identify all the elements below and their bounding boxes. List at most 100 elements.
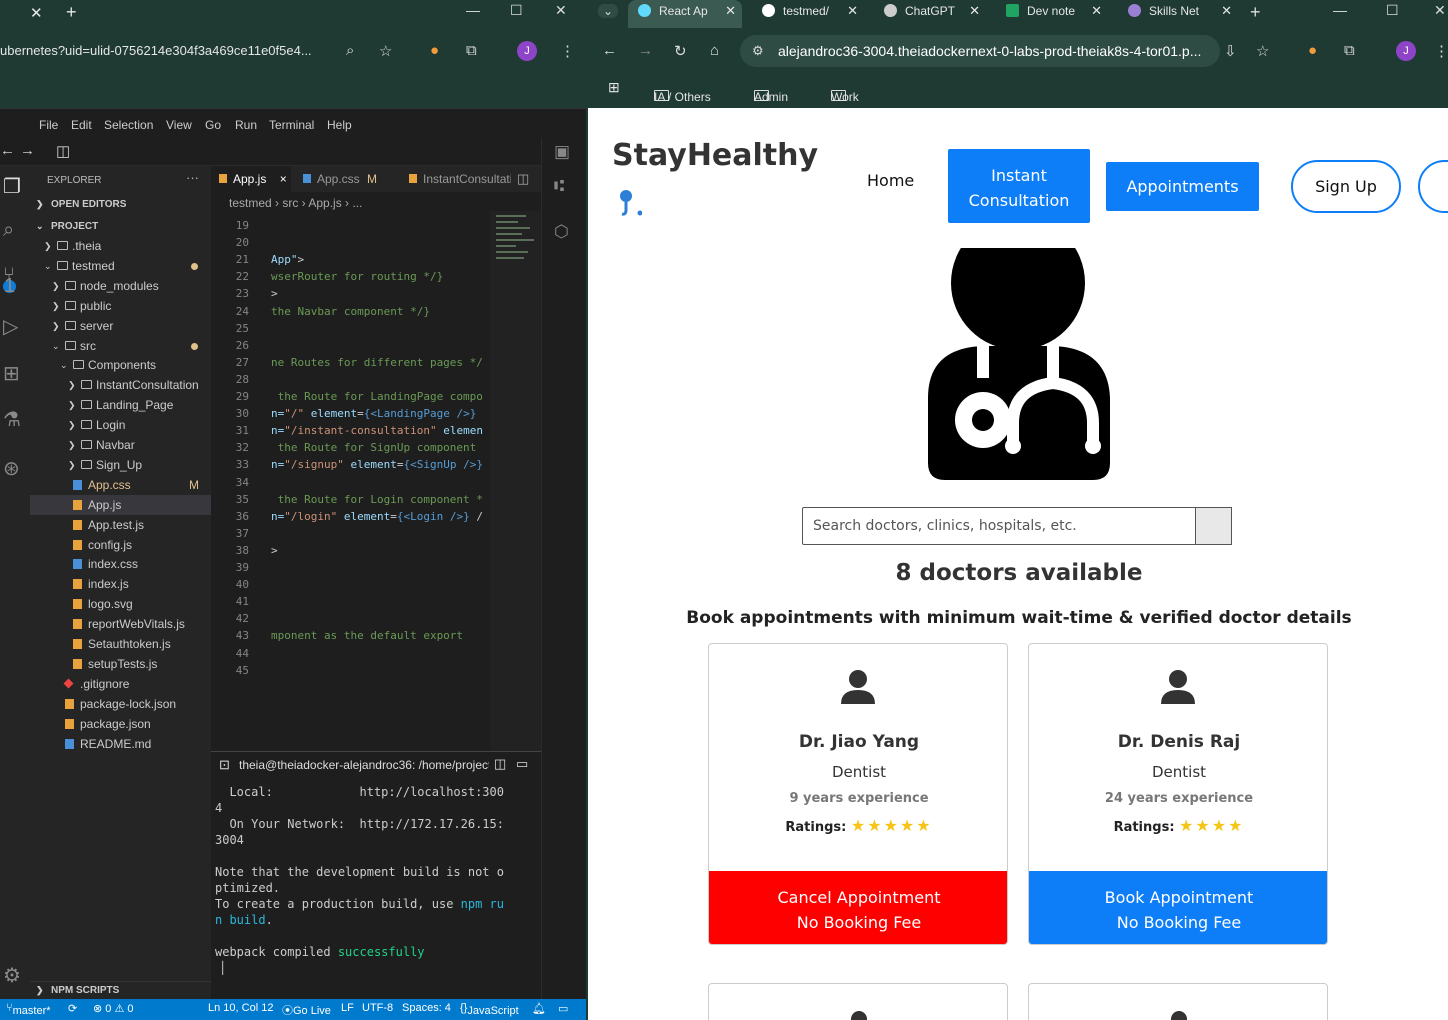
bookmark-star-icon[interactable]: ☆ <box>1256 42 1269 60</box>
explorer-files-icon[interactable]: ❐ <box>3 174 21 199</box>
extensions-icon[interactable]: ⊞ <box>3 361 20 386</box>
close-icon[interactable]: × <box>280 172 287 186</box>
maximize-panel-icon[interactable]: ▭ <box>516 756 528 772</box>
tree-item[interactable]: ❯ server <box>30 316 211 336</box>
maximize-icon[interactable]: ☐ <box>510 2 523 19</box>
menu-help[interactable]: Help <box>327 118 352 132</box>
site-info-icon[interactable]: ⚙ <box>752 43 764 59</box>
tree-item[interactable]: index.js <box>30 574 211 594</box>
code-line[interactable]: 45 <box>211 664 491 681</box>
cancel-appointment-button[interactable]: Cancel Appointment No Booking Fee <box>709 871 1007 944</box>
tree-item[interactable]: ❯ InstantConsultation <box>30 375 211 395</box>
browser-menu-icon[interactable]: ⋮ <box>1434 42 1448 60</box>
tree-item[interactable]: setupTests.js <box>30 654 211 674</box>
close-icon[interactable]: ✕ <box>1091 0 1102 22</box>
code-line[interactable]: 33 n="/signup" element={<SignUp />} <box>211 458 491 475</box>
close-window-icon[interactable]: ✕ <box>555 2 567 19</box>
settings-gear-icon[interactable]: ⚙ <box>3 963 21 988</box>
remote-icon[interactable]: ⊛ <box>3 456 20 481</box>
browser-tab-github[interactable]: testmed/ ✕ <box>752 0 864 28</box>
code-line[interactable]: 19 <box>211 219 491 236</box>
code-line[interactable]: 40 <box>211 578 491 595</box>
left-address-text[interactable]: ubernetes?uid=ulid-0756214e304f3a469ce11… <box>0 43 312 58</box>
branch-status[interactable]: ⑂ master* <box>6 1002 51 1017</box>
login-button[interactable] <box>1418 160 1448 213</box>
tree-item[interactable]: ❯ Login <box>30 415 211 435</box>
code-line[interactable]: 31 n="/instant-consultation" elemen <box>211 424 491 441</box>
tab-app-js[interactable]: App.js × <box>211 166 291 192</box>
instant-consultation-button[interactable]: Instant Consultation <box>948 149 1090 223</box>
search-icon[interactable]: ⌕ <box>3 219 14 242</box>
code-line[interactable]: 39 <box>211 561 491 578</box>
forward-arrow-icon[interactable]: → <box>638 42 653 59</box>
tree-item[interactable]: logo.svg <box>30 594 211 614</box>
extension-icon[interactable]: ● <box>430 42 439 59</box>
toggle-panel-icon[interactable]: ◫ <box>56 142 70 160</box>
sync-icon[interactable]: ⟳ <box>68 1002 77 1015</box>
tree-item[interactable]: App.css M <box>30 475 211 495</box>
profile-avatar[interactable]: J <box>1396 41 1416 61</box>
code-line[interactable]: 23 > <box>211 287 491 304</box>
problems-status[interactable]: ⊗ 0 ⚠ 0 <box>93 1002 133 1015</box>
menu-view[interactable]: View <box>166 118 192 132</box>
minimap[interactable] <box>490 211 541 751</box>
tab-instant-consultation[interactable]: InstantConsultati <box>401 166 511 192</box>
menu-run[interactable]: Run <box>235 118 257 132</box>
browser-tab-dev-notes[interactable]: Dev note ✕ <box>996 0 1108 28</box>
extension-icon[interactable]: ● <box>1308 42 1317 59</box>
sign-up-button[interactable]: Sign Up <box>1291 160 1401 213</box>
right-address-text[interactable]: alejandroc36-3004.theiadockernext-0-labs… <box>778 43 1201 59</box>
code-line[interactable]: 44 <box>211 647 491 664</box>
terminal-panel[interactable]: ⊡ theia@theiadocker-alejandroc36: /home/… <box>211 751 541 999</box>
language-status[interactable]: {} JavaScript <box>460 1002 519 1017</box>
close-icon[interactable]: ✕ <box>725 0 736 22</box>
code-line[interactable]: 32 the Route for SignUp component <box>211 441 491 458</box>
code-editor[interactable]: App.js × App.css M InstantConsultati ◫ t… <box>211 166 541 751</box>
menu-terminal[interactable]: Terminal <box>269 118 314 132</box>
tree-item[interactable]: ❯ Sign_Up <box>30 455 211 475</box>
forward-arrow-icon[interactable]: → <box>20 142 35 159</box>
tree-item[interactable]: ❯ public <box>30 296 211 316</box>
reload-icon[interactable]: ↻ <box>674 42 687 60</box>
code-line[interactable]: 36 n="/login" element={<Login />} / <box>211 510 491 527</box>
minimize-icon[interactable]: — <box>1333 2 1347 18</box>
hex-icon[interactable]: ⬡ <box>554 222 569 242</box>
tree-item[interactable]: App.js <box>30 494 211 515</box>
eol-status[interactable]: LF <box>341 1002 354 1014</box>
install-app-icon[interactable]: ⇩ <box>1224 42 1237 60</box>
appointments-button[interactable]: Appointments <box>1106 162 1259 211</box>
browser-tab-skills-network[interactable]: Skills Net ✕ <box>1118 0 1238 28</box>
new-tab-icon[interactable]: + <box>66 2 77 23</box>
more-actions-icon[interactable]: ··· <box>186 170 199 185</box>
tree-item[interactable]: ❯ node_modules <box>30 276 211 296</box>
logo-text[interactable]: StayHealthy <box>612 138 818 173</box>
run-debug-icon[interactable]: ▷ <box>3 314 18 339</box>
close-window-icon[interactable]: ✕ <box>1434 2 1446 19</box>
menu-file[interactable]: File <box>39 118 58 132</box>
code-line[interactable]: 27 ne Routes for different pages */ <box>211 356 491 373</box>
code-line[interactable]: 41 <box>211 595 491 612</box>
code-line[interactable]: 30 n="/" element={<LandingPage />} <box>211 407 491 424</box>
close-icon[interactable]: ✕ <box>1221 0 1232 22</box>
tree-item[interactable]: ⌄ src <box>30 336 211 356</box>
encoding-status[interactable]: UTF-8 <box>362 1002 393 1014</box>
close-icon[interactable]: ✕ <box>969 0 980 22</box>
tree-item[interactable]: reportWebVitals.js <box>30 614 211 634</box>
testing-icon[interactable]: ⚗ <box>3 407 21 432</box>
code-line[interactable]: 37 <box>211 527 491 544</box>
go-live-button[interactable]: ⦿ Go Live <box>282 1002 331 1018</box>
back-arrow-icon[interactable]: ← <box>0 142 15 159</box>
apps-grid-icon[interactable]: ⊞ <box>608 79 620 96</box>
tree-item[interactable]: .gitignore <box>30 674 211 694</box>
tree-item[interactable]: package-lock.json <box>30 694 211 714</box>
code-line[interactable]: 42 <box>211 612 491 629</box>
code-line[interactable]: 26 <box>211 339 491 356</box>
search-button[interactable] <box>1195 507 1232 545</box>
tree-item[interactable]: ⌄ testmed <box>30 256 211 276</box>
code-line[interactable]: 24 the Navbar component */} <box>211 305 491 322</box>
code-line[interactable]: 28 <box>211 373 491 390</box>
code-line[interactable]: 22 wserRouter for routing */} <box>211 270 491 287</box>
back-arrow-icon[interactable]: ← <box>602 42 617 59</box>
layout-icon[interactable]: ▭ <box>558 1002 568 1015</box>
terminal-title[interactable]: theia@theiadocker-alejandroc36: /home/pr… <box>239 758 489 772</box>
